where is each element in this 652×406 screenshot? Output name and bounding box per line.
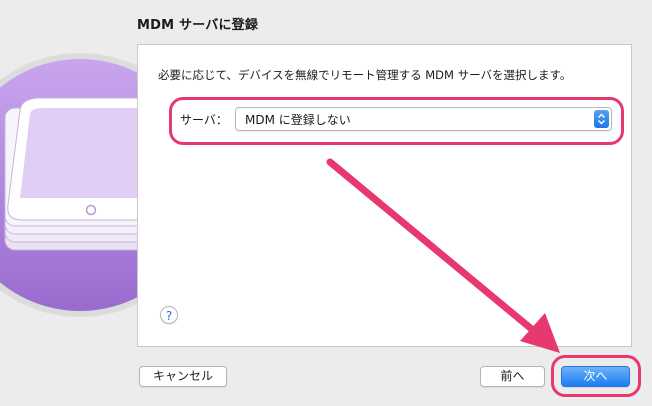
back-button[interactable]: 前へ bbox=[480, 366, 545, 387]
next-highlight bbox=[551, 355, 641, 397]
dialog-title: MDM サーバに登録 bbox=[137, 18, 259, 33]
server-highlight bbox=[169, 97, 624, 145]
help-button[interactable]: ? bbox=[160, 306, 178, 324]
content-panel: 必要に応じて、デバイスを無線でリモート管理する MDM サーバを選択します。 サ… bbox=[137, 44, 632, 347]
cancel-button[interactable]: キャンセル bbox=[139, 366, 227, 387]
instruction-text: 必要に応じて、デバイスを無線でリモート管理する MDM サーバを選択します。 bbox=[158, 68, 572, 82]
